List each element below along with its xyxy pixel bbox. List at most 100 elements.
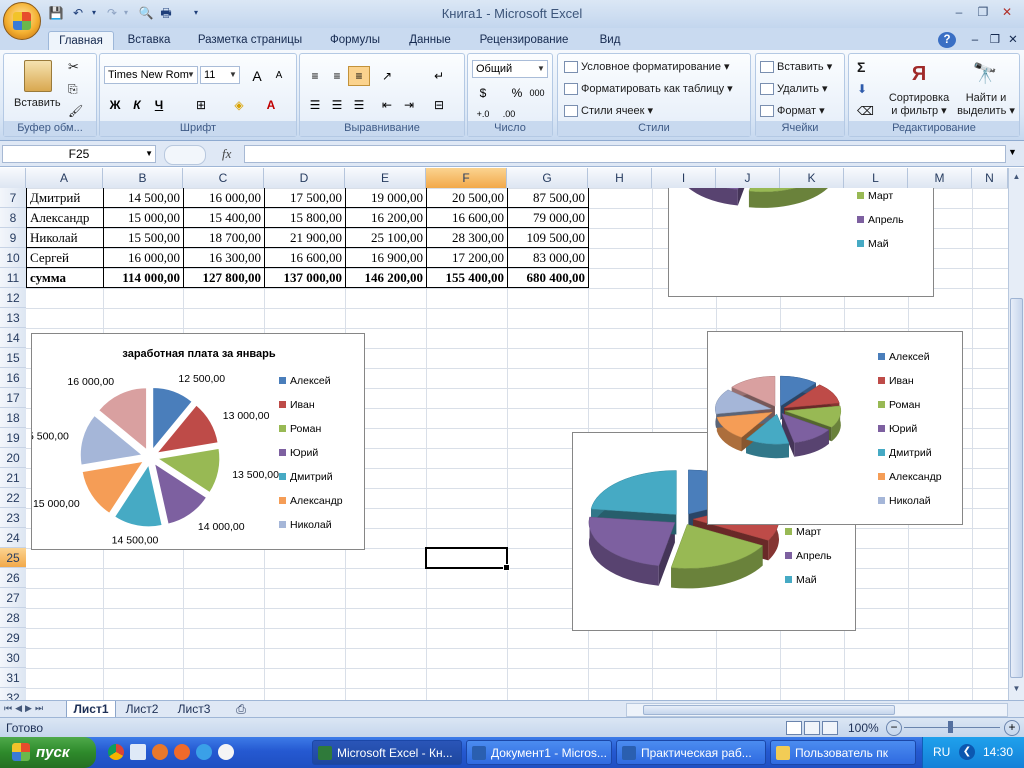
table-cell-value[interactable]: 15 500,00 [103,228,184,248]
decrease-indent-icon[interactable]: ⇤ [376,95,398,115]
column-header[interactable]: I [652,168,716,188]
table-cell-name[interactable]: Николай [26,228,104,248]
table-cell-name[interactable]: Александр [26,208,104,228]
currency-icon[interactable]: $ [472,83,494,103]
row-header[interactable]: 28 [0,608,26,628]
table-cell-value[interactable]: 16 000,00 [183,188,265,208]
sort-filter-icon[interactable]: Я [905,60,933,88]
shrink-font-button[interactable]: A [268,66,290,86]
row-header[interactable]: 26 [0,568,26,588]
active-cell-f25[interactable] [425,547,510,571]
font-name-combo[interactable]: Times New Rom ▼ [104,66,198,84]
page-break-view-icon[interactable] [822,721,838,735]
table-cell-value[interactable]: 16 000,00 [103,248,184,268]
column-header[interactable]: M [908,168,972,188]
table-cell-value[interactable]: 14 500,00 [103,188,184,208]
table-cell-value[interactable]: 83 000,00 [507,248,589,268]
increase-indent-icon[interactable]: ⇥ [398,95,420,115]
table-cell-value[interactable]: 21 900,00 [264,228,346,248]
row-header[interactable]: 17 [0,388,26,408]
underline-button[interactable]: Ч [148,95,170,115]
chrome-icon[interactable] [108,744,124,760]
row-header[interactable]: 31 [0,668,26,688]
row-header[interactable]: 29 [0,628,26,648]
align-bottom-icon[interactable]: ≡ [348,66,370,86]
select-all-corner[interactable] [0,168,26,188]
align-left-icon[interactable]: ☰ [304,95,326,115]
minimize-button[interactable]: – [948,4,970,20]
row-header[interactable]: 14 [0,328,26,348]
formula-cancel-enter[interactable] [164,145,206,165]
table-cell-value[interactable]: 16 600,00 [264,248,346,268]
help-button[interactable]: ? [938,32,956,48]
table-cell-value[interactable]: 137 000,00 [264,268,346,288]
table-cell-value[interactable]: 16 200,00 [345,208,427,228]
browser-icon[interactable] [196,744,212,760]
find-select-button[interactable]: Найти и выделить ▾ [955,92,1017,118]
sheet-nav-arrows-icon[interactable]: ⏮◀▶⏭ [4,703,46,714]
chart-names-3d[interactable]: Алексей Иван Роман Юрий Дмитрий Александр Нико… [707,331,963,525]
task-excel[interactable]: Microsoft Excel - Кн... [312,740,462,765]
table-cell-value[interactable]: 146 200,00 [345,268,427,288]
insert-cells-button[interactable]: Вставить ▾ [760,58,832,76]
font-size-combo[interactable]: 11 ▼ [200,66,240,84]
column-header[interactable]: D [264,168,345,188]
delete-cells-button[interactable]: Удалить ▾ [760,80,828,98]
column-header[interactable]: G [507,168,588,188]
table-cell-value[interactable]: 18 700,00 [183,228,265,248]
thousands-button[interactable]: 000 [526,83,548,103]
clear-icon[interactable]: ⌫ [857,102,874,120]
chart-salary-january[interactable]: заработная плата за январь 12 500,00 13 00… [31,333,365,550]
table-cell-value[interactable]: 25 100,00 [345,228,427,248]
doc-restore-button[interactable]: ❐ [986,31,1004,50]
zoom-out-icon[interactable]: − [886,720,902,736]
table-cell-value[interactable]: 20 500,00 [426,188,508,208]
table-cell-value[interactable]: 15 800,00 [264,208,346,228]
horizontal-scroll-thumb[interactable] [643,705,895,715]
close-button[interactable]: ✕ [996,4,1018,20]
sheet-tab-1[interactable]: Лист1 [66,701,116,718]
doc-minimize-button[interactable]: – [966,31,984,50]
align-right-icon[interactable]: ☰ [348,95,370,115]
align-center-icon[interactable]: ☰ [326,95,348,115]
fill-color-icon[interactable]: ◈ [228,95,250,115]
page-layout-view-icon[interactable] [804,721,820,735]
fill-handle[interactable] [503,564,510,571]
scroll-down-arrow-icon[interactable]: ▼ [1010,682,1023,696]
row-header[interactable]: 18 [0,408,26,428]
task-word-doc1[interactable]: Документ1 - Micros... [466,740,612,765]
column-header[interactable]: J [716,168,780,188]
row-header[interactable]: 13 [0,308,26,328]
column-header[interactable]: N [972,168,1008,188]
cell-styles-button[interactable]: Стили ячеек ▾ [564,102,653,120]
percent-button[interactable]: % [506,83,528,103]
start-button[interactable]: пуск [0,737,96,768]
restore-button[interactable]: ❐ [972,4,994,20]
column-header[interactable]: H [588,168,652,188]
table-cell-value[interactable]: 16 600,00 [426,208,508,228]
name-box[interactable]: F25 ▼ [2,145,156,163]
row-header[interactable]: 16 [0,368,26,388]
tab-home[interactable]: Главная [48,31,114,51]
insert-function-button[interactable]: fx [222,146,231,162]
table-cell-name[interactable]: Сергей [26,248,104,268]
row-header[interactable]: 15 [0,348,26,368]
row-header[interactable]: 10 [0,248,26,268]
tab-review[interactable]: Рецензирование [470,31,578,50]
format-cells-button[interactable]: Формат ▾ [760,102,825,120]
insert-sheet-icon[interactable]: ⎙ [226,701,256,717]
row-header[interactable]: 9 [0,228,26,248]
table-cell-name[interactable]: сумма [26,268,104,288]
language-indicator[interactable]: RU [933,745,950,759]
italic-button[interactable]: К [126,95,148,115]
column-header[interactable]: E [345,168,426,188]
formula-input[interactable] [244,145,1006,163]
tab-view[interactable]: Вид [590,31,630,50]
font-color-icon[interactable]: A [260,95,282,115]
row-header[interactable]: 30 [0,648,26,668]
row-header[interactable]: 27 [0,588,26,608]
zoom-slider-thumb[interactable] [948,721,953,733]
table-cell-value[interactable]: 17 200,00 [426,248,508,268]
copy-icon[interactable]: ⎘ [68,80,78,98]
sheet-tab-2[interactable]: Лист2 [118,701,166,717]
